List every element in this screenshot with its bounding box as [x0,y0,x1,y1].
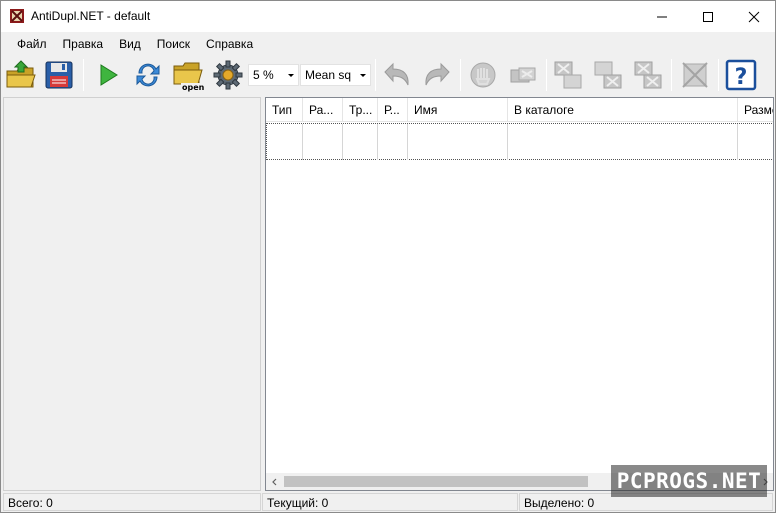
redo-button[interactable] [419,57,455,93]
refresh-button[interactable] [130,57,166,93]
window-title: AntiDupl.NET - default [31,9,151,23]
play-icon [100,64,118,86]
column-header-name[interactable]: Имя [408,98,508,122]
app-window: AntiDupl.NET - default Файл Правка Вид П… [0,0,776,513]
save-button[interactable] [41,57,77,93]
maximize-button[interactable] [685,1,731,32]
minimize-icon [657,16,667,17]
toolbar-separator [546,59,547,91]
menu-search[interactable]: Поиск [149,33,198,55]
open-folder-icon [6,60,36,88]
toolbar: open 5 % Mean sq ? [1,55,775,95]
toolbar-separator [375,59,376,91]
redo-icon [425,62,450,86]
column-header-directory[interactable]: В каталоге [508,98,738,122]
menu-help[interactable]: Справка [198,33,261,55]
toolbar-separator [460,59,461,91]
table-row[interactable] [266,123,773,160]
delete-both-icon [634,61,662,89]
column-header-file-size[interactable]: Разме [738,98,773,122]
help-label: ? [735,65,748,90]
watermark: PCPROGS.NET [611,465,767,497]
delete-pair-button[interactable] [505,57,541,93]
maximize-icon [703,11,713,22]
title-bar[interactable]: AntiDupl.NET - default [1,1,775,32]
table-cell [343,124,378,160]
chevron-down-icon [360,74,366,77]
threshold-value: 5 % [253,68,274,82]
settings-gear-icon [213,60,243,90]
table-cell [267,124,303,160]
compare-method-select[interactable]: Mean sq [300,64,371,86]
app-icon [10,9,24,23]
delete-pair-icon [510,67,536,83]
column-header-resolution[interactable]: Р... [378,98,408,122]
status-total: Всего: 0 [3,493,261,511]
scroll-thumb[interactable] [284,476,588,487]
menu-bar: Файл Правка Вид Поиск Справка [1,33,775,55]
minimize-button[interactable] [639,1,685,32]
menu-edit[interactable]: Правка [55,33,112,55]
undo-button[interactable] [379,57,415,93]
toolbar-separator [718,59,719,91]
start-search-button[interactable] [90,57,126,93]
threshold-select[interactable]: 5 % [248,64,299,86]
status-current: Текущий: 0 [262,493,518,511]
table-cell [508,124,738,160]
chevron-left-icon [271,478,276,485]
close-icon [748,11,760,22]
settings-button[interactable] [210,57,246,93]
delete-both-button[interactable] [630,57,666,93]
column-header-type[interactable]: Тип [266,98,303,122]
chevron-down-icon [288,74,294,77]
watermark-text: PCPROGS.NET [616,469,762,493]
delete-second-icon [594,61,622,89]
mistake-icon [470,62,496,88]
delete-first-button[interactable] [550,57,586,93]
compare-method-value: Mean sq [305,68,352,82]
table-cell [378,124,408,160]
save-icon [45,61,73,89]
undo-icon [384,62,409,86]
column-header-difference[interactable]: Тр... [343,98,378,122]
close-button[interactable] [731,1,775,32]
delete-first-icon [554,61,582,89]
mistake-button[interactable] [465,57,501,93]
column-header-size-ratio[interactable]: Ра... [303,98,343,122]
delete-second-button[interactable] [590,57,626,93]
table-cell [303,124,343,160]
results-list[interactable]: Тип Ра... Тр... Р... Имя В каталоге Разм… [265,97,774,491]
toolbar-separator [671,59,672,91]
toolbar-separator [83,59,84,91]
open-folder-button[interactable] [3,57,39,93]
refresh-icon [136,63,160,87]
delete-disabled-button[interactable] [677,57,713,93]
menu-view[interactable]: Вид [111,33,149,55]
disabled-delete-icon [682,62,708,88]
open-profile-icon: open [173,62,205,92]
thumbnail-panel [3,97,261,491]
help-button[interactable]: ? [723,57,759,93]
open-label: open [182,83,205,92]
scroll-left-button[interactable] [266,473,283,490]
open-profile-button[interactable]: open [170,57,206,93]
menu-file[interactable]: Файл [9,33,55,55]
table-cell [408,124,508,160]
list-header: Тип Ра... Тр... Р... Имя В каталоге Разм… [266,98,773,122]
help-icon: ? [725,59,757,91]
